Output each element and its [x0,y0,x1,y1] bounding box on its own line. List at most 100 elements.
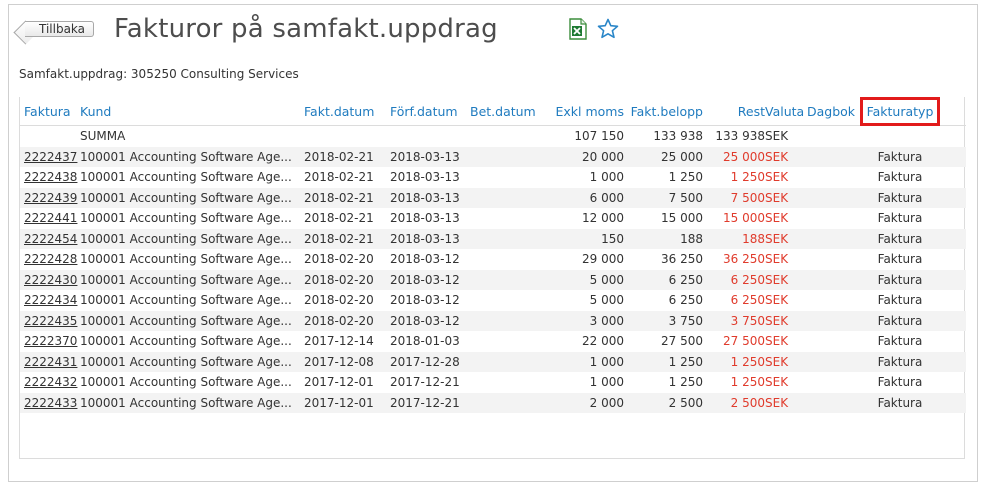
invoice-date-cell: 2018-02-21 [304,231,374,246]
summa-exkl-moms: 107 150 [574,129,624,144]
paid-date-cell-wrap [470,290,544,311]
invoice-number-link[interactable]: 2222428 [24,252,77,266]
col-header-forf-datum[interactable]: Förf.datum [390,97,470,126]
invoice-number-link[interactable]: 2222438 [24,170,77,184]
customer-cell: 100001 Accounting Software Age... [80,190,292,205]
customer-cell: 100001 Accounting Software Age... [80,272,292,287]
due-date-cell: 2018-03-13 [390,231,460,246]
table-row[interactable]: 2222432 100001 Accounting Software Age...… [20,372,966,393]
invoice-number-link-wrap: 2222437 [20,146,80,167]
invoice-number-link-wrap: 2222438 [20,167,80,188]
col-header-fakt-belopp[interactable]: Fakt.belopp [624,97,703,126]
table-row[interactable]: 2222438 100001 Accounting Software Age...… [20,167,966,188]
paid-date-cell-wrap [470,351,544,372]
currency-cell-wrap: SEK [765,331,807,352]
currency-cell-wrap: SEK [765,269,807,290]
main-panel: Tillbaka Fakturor på samfakt.uppdrag Sam… [8,4,978,482]
table-row[interactable]: 2222370 100001 Accounting Software Age...… [20,331,966,352]
invoice-number-link[interactable]: 2222441 [24,211,77,225]
remaining-cell: 15 000 [723,211,765,226]
col-header-faktura[interactable]: Faktura [20,97,80,126]
invoice-number-link[interactable]: 2222437 [24,150,77,164]
table-row[interactable]: 2222433 100001 Accounting Software Age...… [20,392,966,413]
remaining-cell: 1 250 [730,170,765,185]
invoice-number-link[interactable]: 2222433 [24,396,77,410]
page-title: Fakturor på samfakt.uppdrag [114,14,498,44]
invoice-type-cell-wrap: Faktura [860,228,940,249]
paid-date-cell-wrap [470,208,544,229]
invoice-type-cell: Faktura [877,354,923,369]
back-button[interactable]: Tillbaka [25,21,95,37]
invoice-number-link[interactable]: 2222430 [24,273,77,287]
invoice-number-link[interactable]: 2222432 [24,375,77,389]
journal-cell-wrap [807,392,860,413]
due-date-cell-wrap: 2018-03-12 [390,310,470,331]
currency-cell: SEK [765,272,789,287]
col-header-rest[interactable]: Rest [703,97,765,126]
back-button-wrap[interactable]: Tillbaka [19,18,95,40]
table-row[interactable]: 2222428 100001 Accounting Software Age...… [20,249,966,270]
journal-cell-wrap [807,208,860,229]
excel-export-icon[interactable] [568,18,588,40]
table-row[interactable]: 2222435 100001 Accounting Software Age...… [20,310,966,331]
currency-cell-wrap: SEK [765,249,807,270]
col-header-dagbok[interactable]: Dagbok [807,97,860,126]
invoice-date-cell-wrap: 2018-02-21 [304,146,390,167]
invoice-amount-cell-wrap: 7 500 [624,187,703,208]
invoice-date-cell-wrap: 2018-02-20 [304,269,390,290]
currency-cell: SEK [765,149,789,164]
page-header: Tillbaka Fakturor på samfakt.uppdrag [19,11,620,47]
invoice-type-cell: Faktura [877,190,923,205]
remaining-cell: 1 250 [730,375,765,390]
col-header-exkl-moms[interactable]: Exkl moms [544,97,624,126]
excl-vat-cell-wrap: 3 000 [544,310,624,331]
invoice-number-link[interactable]: 2222454 [24,232,77,246]
row-spacer [940,228,966,249]
invoice-type-cell: Faktura [877,272,923,287]
invoice-date-cell-wrap: 2017-12-01 [304,392,390,413]
invoice-number-link-wrap: 2222434 [20,290,80,311]
col-header-fakturatyp[interactable]: Fakturatyp [860,97,940,126]
invoice-number-link[interactable]: 2222434 [24,293,77,307]
remaining-cell-wrap: 25 000 [703,146,765,167]
table-row[interactable]: 2222437 100001 Accounting Software Age...… [20,146,966,167]
col-header-kund[interactable]: Kund [80,97,304,126]
journal-cell-wrap [807,331,860,352]
journal-cell-wrap [807,228,860,249]
col-header-bet-datum[interactable]: Bet.datum [470,97,544,126]
invoice-date-cell: 2018-02-21 [304,190,374,205]
currency-cell: SEK [765,252,789,267]
customer-cell-wrap: 100001 Accounting Software Age... [80,331,304,352]
invoice-number-link[interactable]: 2222431 [24,355,77,369]
row-spacer [940,249,966,270]
customer-cell: 100001 Accounting Software Age... [80,170,292,185]
invoice-number-link[interactable]: 2222370 [24,334,77,348]
excl-vat-cell-wrap: 29 000 [544,249,624,270]
invoice-date-cell-wrap: 2018-02-20 [304,310,390,331]
favorite-star-icon[interactable] [596,17,620,41]
table-row[interactable]: 2222434 100001 Accounting Software Age...… [20,290,966,311]
table-row[interactable]: 2222454 100001 Accounting Software Age...… [20,228,966,249]
due-date-cell: 2017-12-21 [390,395,460,410]
journal-cell-wrap [807,351,860,372]
table-row[interactable]: 2222431 100001 Accounting Software Age...… [20,351,966,372]
customer-cell: 100001 Accounting Software Age... [80,334,292,349]
currency-cell: SEK [765,293,789,308]
invoice-number-link-wrap: 2222430 [20,269,80,290]
summa-label: SUMMA [80,129,126,144]
col-header-valuta[interactable]: Valuta [765,97,807,126]
invoice-type-cell: Faktura [877,231,923,246]
invoice-number-link[interactable]: 2222439 [24,191,77,205]
invoice-type-cell: Faktura [877,293,923,308]
table-row[interactable]: 2222439 100001 Accounting Software Age...… [20,187,966,208]
invoice-number-link[interactable]: 2222435 [24,314,77,328]
table-row[interactable]: 2222430 100001 Accounting Software Age...… [20,269,966,290]
due-date-cell-wrap: 2018-03-13 [390,187,470,208]
invoice-date-cell: 2017-12-14 [304,334,374,349]
excl-vat-cell: 1 000 [589,170,624,185]
invoice-type-cell-wrap: Faktura [860,249,940,270]
table-row[interactable]: 2222441 100001 Accounting Software Age...… [20,208,966,229]
invoice-date-cell: 2018-02-21 [304,211,374,226]
col-header-fakt-datum[interactable]: Fakt.datum [304,97,390,126]
paid-date-cell-wrap [470,167,544,188]
